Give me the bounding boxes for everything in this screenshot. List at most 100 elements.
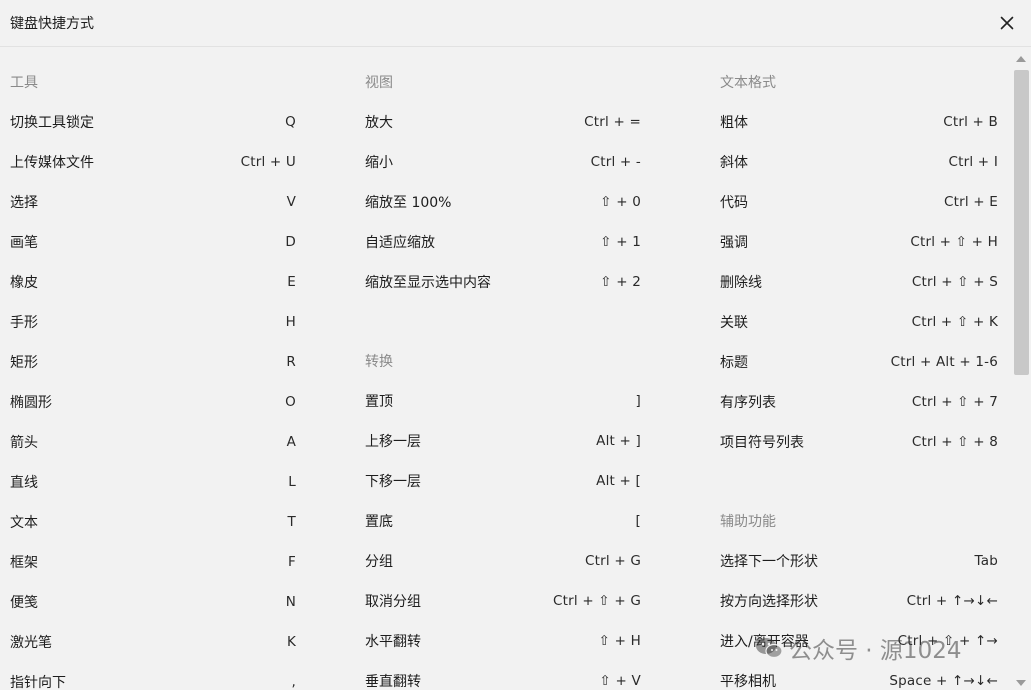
shortcut-label: 椭圆形 [10, 395, 52, 411]
shortcut-label: 项目符号列表 [720, 435, 804, 451]
shortcut-row: 缩放至显示选中内容 ⇧ + 2 [365, 262, 641, 302]
shortcut-keys: ] [635, 393, 641, 409]
shortcut-keys: T [287, 514, 296, 530]
shortcut-label: 关联 [720, 315, 748, 331]
shortcut-keys: Space + ↑→↓← [889, 673, 998, 689]
shortcut-label: 手形 [10, 315, 38, 331]
shortcut-keys: O [285, 394, 296, 410]
close-button[interactable] [995, 11, 1019, 35]
section-title: 视图 [365, 75, 393, 91]
shortcut-row: 项目符号列表 Ctrl + ⇧ + 8 [720, 422, 998, 462]
shortcut-row: 橡皮 E [10, 262, 296, 302]
section-title: 辅助功能 [720, 514, 776, 530]
shortcut-column-3: 文本格式 粗体 Ctrl + B 斜体 Ctrl + I 代码 Ctrl + E 强调 Ctrl… [720, 48, 998, 690]
shortcut-label: 自适应缩放 [365, 235, 435, 251]
shortcut-keys: ⇧ + 0 [600, 194, 641, 210]
shortcut-label: 便笺 [10, 595, 38, 611]
shortcut-row: 画笔 D [10, 222, 296, 262]
shortcut-keys: N [285, 594, 296, 610]
shortcut-label: 下移一层 [365, 474, 421, 490]
shortcut-label: 粗体 [720, 115, 748, 131]
shortcut-keys: Ctrl + ⇧ + G [553, 593, 641, 609]
shortcut-keys: Alt + [ [596, 473, 641, 489]
shortcut-row: 椭圆形 O [10, 382, 296, 422]
shortcut-keys: Ctrl + ⇧ + H [910, 234, 998, 250]
shortcut-row: 有序列表 Ctrl + ⇧ + 7 [720, 382, 998, 422]
shortcut-label: 强调 [720, 235, 748, 251]
shortcut-label: 删除线 [720, 275, 762, 291]
section-title: 工具 [10, 75, 38, 91]
scroll-down-arrow-icon[interactable] [1016, 680, 1026, 686]
shortcut-label: 缩放至显示选中内容 [365, 275, 491, 291]
shortcut-label: 有序列表 [720, 395, 776, 411]
shortcut-keys: , [291, 674, 296, 690]
shortcut-row: 指针向下, [10, 662, 296, 690]
shortcut-keys: Alt + ] [596, 433, 641, 449]
shortcut-keys: ⇧ + 2 [600, 274, 641, 290]
shortcut-row: 代码 Ctrl + E [720, 182, 998, 222]
shortcut-label: 缩放至 100% [365, 195, 452, 211]
shortcuts-content: 工具 切换工具锁定 Q 上传媒体文件 Ctrl + U 选择 V 画笔 D 橡皮 E 手形 H 矩形 R 椭圆… [0, 48, 1012, 690]
section-title: 转换 [365, 354, 393, 370]
shortcut-row: 矩形 R [10, 342, 296, 382]
shortcut-keys: Ctrl + = [584, 114, 641, 130]
shortcut-row: 平移相机 Space + ↑→↓← [720, 661, 998, 690]
shortcut-label: 垂直翻转 [365, 674, 421, 690]
shortcut-row: 分组 Ctrl + G [365, 541, 641, 581]
shortcut-row: 直线 L [10, 462, 296, 502]
shortcut-label: 缩小 [365, 155, 393, 171]
shortcut-row: 进入/离开容器 Ctrl + ⇧ + ↑→ [720, 621, 998, 661]
shortcut-row: 水平翻转 ⇧ + H [365, 621, 641, 661]
shortcut-keys: Ctrl + ⇧ + K [911, 314, 998, 330]
shortcut-label: 上移一层 [365, 434, 421, 450]
shortcut-label: 框架 [10, 555, 38, 571]
shortcut-label: 直线 [10, 475, 38, 491]
shortcut-row: 置底 [ [365, 501, 641, 541]
shortcut-row: 自适应缩放 ⇧ + 1 [365, 222, 641, 262]
shortcut-row: 框架 F [10, 542, 296, 582]
shortcut-label: 按方向选择形状 [720, 594, 818, 610]
shortcut-row: 斜体 Ctrl + I [720, 142, 998, 182]
shortcut-label: 置顶 [365, 394, 393, 410]
shortcut-row: 选择下一个形状 Tab [720, 541, 998, 581]
shortcut-keys: A [286, 434, 296, 450]
dialog-header: 键盘快捷方式 [0, 0, 1031, 47]
shortcut-label: 选择 [10, 195, 38, 211]
shortcut-row: 删除线 Ctrl + ⇧ + S [720, 262, 998, 302]
shortcut-keys: Ctrl + Alt + 1-6 [890, 354, 998, 370]
dialog-title: 键盘快捷方式 [10, 16, 94, 32]
shortcut-row: 放大 Ctrl + = [365, 102, 641, 142]
shortcut-keys: Ctrl + G [585, 553, 641, 569]
shortcut-keys: D [285, 234, 296, 250]
shortcut-row: 箭头 A [10, 422, 296, 462]
shortcut-row: 下移一层 Alt + [ [365, 461, 641, 501]
shortcut-row: 上移一层 Alt + ] [365, 421, 641, 461]
shortcut-keys: H [285, 314, 296, 330]
shortcut-row: 取消分组 Ctrl + ⇧ + G [365, 581, 641, 621]
shortcut-label: 标题 [720, 355, 748, 371]
shortcut-keys: Ctrl + ⇧ + S [911, 274, 998, 290]
scroll-up-arrow-icon[interactable] [1016, 56, 1026, 62]
shortcut-label: 上传媒体文件 [10, 155, 94, 171]
shortcut-label: 斜体 [720, 155, 748, 171]
shortcut-row: 缩放至 100% ⇧ + 0 [365, 182, 641, 222]
keyboard-shortcuts-dialog: 键盘快捷方式 工具 切换工具锁定 Q 上传媒体文件 Ctrl + U 选择 V 画笔 D 橡皮 E 手… [0, 0, 1031, 690]
shortcut-label: 放大 [365, 115, 393, 131]
shortcut-label: 取消分组 [365, 594, 421, 610]
shortcut-column-1: 工具 切换工具锁定 Q 上传媒体文件 Ctrl + U 选择 V 画笔 D 橡皮 E 手形 H 矩形 R 椭圆… [10, 48, 296, 690]
shortcut-label: 切换工具锁定 [10, 115, 94, 131]
shortcut-keys: L [288, 474, 296, 490]
scrollbar-thumb[interactable] [1014, 70, 1029, 375]
shortcut-label: 激光笔 [10, 635, 52, 651]
shortcut-row: 切换工具锁定 Q [10, 102, 296, 142]
shortcut-row: 选择 V [10, 182, 296, 222]
shortcut-row: 手形 H [10, 302, 296, 342]
shortcut-keys: Ctrl + I [948, 154, 998, 170]
shortcut-keys: R [286, 354, 296, 370]
shortcut-label: 箭头 [10, 435, 38, 451]
shortcut-label: 水平翻转 [365, 634, 421, 650]
shortcut-keys: K [286, 634, 296, 650]
shortcut-label: 进入/离开容器 [720, 634, 809, 650]
close-icon [1000, 16, 1014, 30]
